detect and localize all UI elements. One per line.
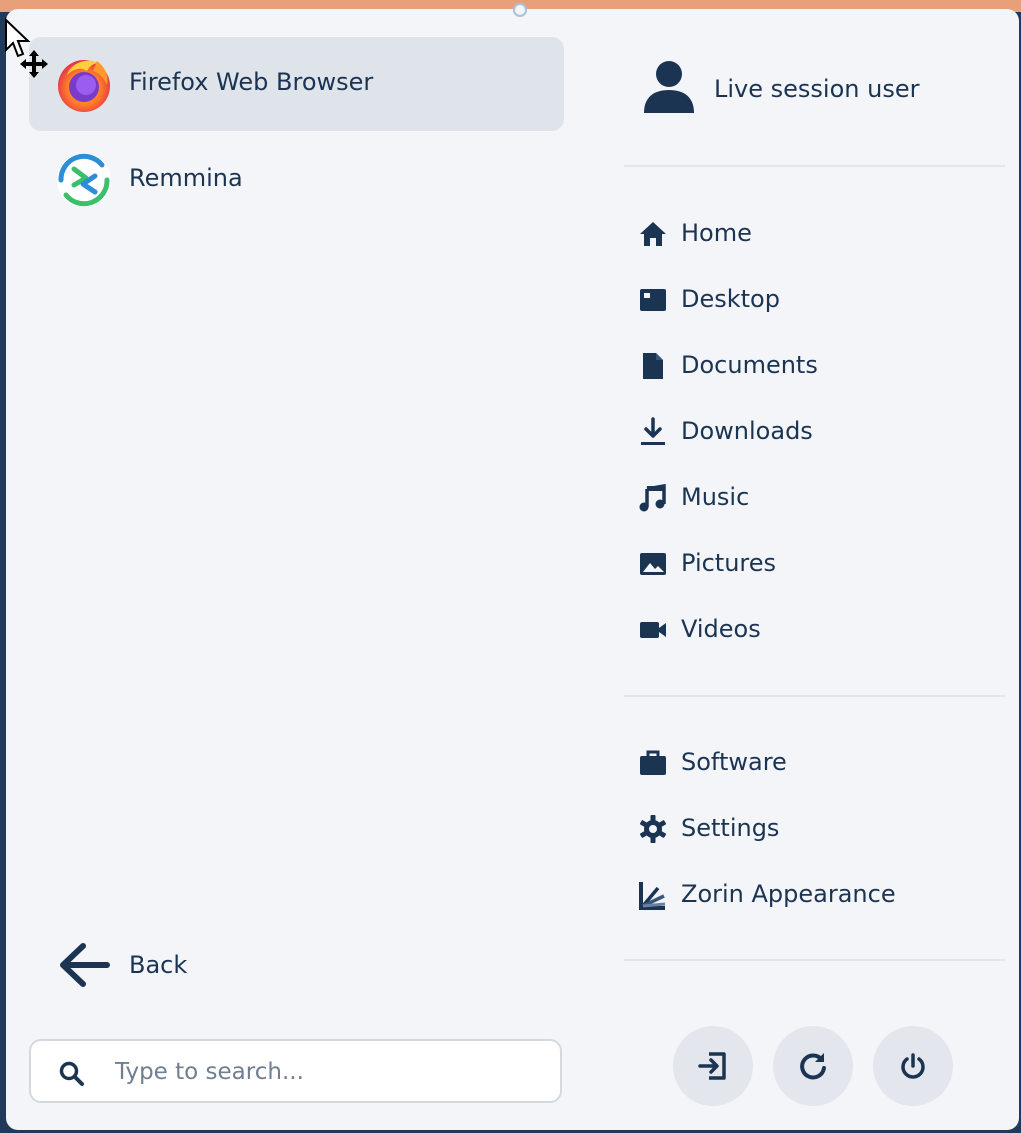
mouse-cursor-icon	[5, 17, 48, 78]
place-label: Home	[681, 219, 752, 247]
video-icon	[640, 622, 666, 638]
restart-icon	[800, 1053, 826, 1080]
place-item-home[interactable]: Home	[624, 207, 1004, 259]
search-box[interactable]	[29, 1039, 562, 1103]
place-item-desktop[interactable]: Desktop	[624, 273, 1004, 325]
logout-button[interactable]	[673, 1026, 753, 1106]
software-icon	[640, 750, 666, 775]
user-icon	[644, 61, 694, 113]
search-input[interactable]	[113, 1053, 547, 1091]
zorin-appearance-icon	[639, 882, 666, 910]
document-icon	[643, 353, 663, 379]
start-menu: Firefox Web Browser Remmina Back Liv	[6, 3, 1019, 1130]
power-icon	[901, 1053, 925, 1079]
system-item-settings[interactable]: Settings	[624, 802, 1004, 854]
system-label: Zorin Appearance	[681, 880, 896, 908]
app-label: Remmina	[129, 164, 243, 192]
place-label: Documents	[681, 351, 818, 379]
place-label: Music	[681, 483, 750, 511]
home-icon	[640, 222, 666, 246]
system-item-software[interactable]: Software	[624, 736, 1004, 788]
back-button[interactable]: Back	[29, 923, 279, 1007]
place-item-documents[interactable]: Documents	[624, 339, 1004, 391]
place-label: Desktop	[681, 285, 780, 313]
music-icon	[639, 483, 666, 512]
menu-anchor-handle	[513, 3, 527, 17]
search-icon	[59, 1061, 84, 1086]
arrow-left-icon	[60, 943, 110, 987]
system-label: Settings	[681, 814, 780, 842]
gear-icon	[639, 815, 667, 843]
user-account-button[interactable]: Live session user	[624, 47, 1004, 137]
place-item-videos[interactable]: Videos	[624, 603, 1004, 655]
divider	[624, 959, 1005, 961]
place-label: Videos	[681, 615, 761, 643]
divider	[624, 695, 1005, 697]
desktop-icon	[640, 289, 666, 311]
power-button[interactable]	[873, 1026, 953, 1106]
place-item-pictures[interactable]: Pictures	[624, 537, 1004, 589]
app-item-remmina[interactable]: Remmina	[29, 133, 564, 227]
restart-button[interactable]	[773, 1026, 853, 1106]
remmina-icon	[57, 153, 111, 207]
place-label: Downloads	[681, 417, 813, 445]
place-label: Pictures	[681, 549, 777, 577]
system-item-zorin-appearance[interactable]: Zorin Appearance	[624, 868, 1004, 920]
divider	[624, 165, 1005, 167]
logout-icon	[698, 1052, 726, 1080]
app-label: Firefox Web Browser	[129, 68, 374, 96]
place-item-downloads[interactable]: Downloads	[624, 405, 1004, 457]
system-label: Software	[681, 748, 787, 776]
firefox-icon	[58, 60, 110, 112]
download-icon	[641, 417, 665, 445]
user-name: Live session user	[714, 75, 920, 103]
image-icon	[640, 553, 666, 575]
back-label: Back	[129, 951, 188, 979]
place-item-music[interactable]: Music	[624, 471, 1004, 523]
app-item-firefox[interactable]: Firefox Web Browser	[29, 37, 564, 131]
